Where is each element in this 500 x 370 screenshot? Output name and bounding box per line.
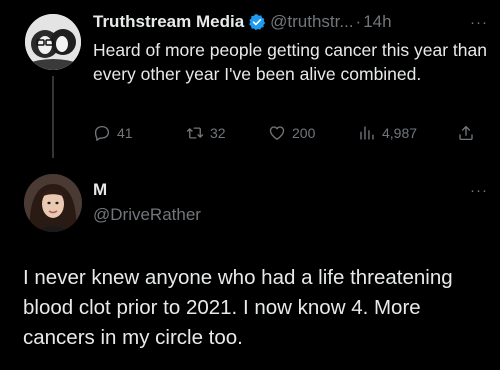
tweet-text: I never knew anyone who had a life threa…: [23, 266, 453, 349]
thread-connector-line: [52, 76, 54, 158]
timestamp[interactable]: 14h: [363, 12, 391, 32]
reply-count: 41: [117, 125, 133, 141]
view-count: 4,987: [382, 125, 418, 141]
heart-icon: [269, 126, 285, 140]
tweet-thread: Truthstream Media @truthstr... · 14h ···…: [0, 0, 500, 370]
share-icon: [459, 125, 473, 141]
views-bar-chart-icon: [360, 126, 374, 140]
like-count: 200: [292, 125, 316, 141]
avatar[interactable]: [24, 174, 82, 232]
author-name[interactable]: M: [93, 180, 107, 200]
retweet-button[interactable]: 32: [186, 122, 226, 144]
retweet-count: 32: [210, 125, 226, 141]
avatar-image: [25, 14, 81, 70]
avatar-image: [24, 174, 82, 232]
separator-dot: ·: [355, 12, 362, 31]
views-button[interactable]: 4,987: [358, 122, 417, 144]
retweet-icon: [186, 127, 204, 139]
tweet-text: Heard of more people getting cancer this…: [93, 40, 487, 84]
tweet-header: Truthstream Media @truthstr... · 14h: [93, 11, 493, 33]
more-options-icon[interactable]: ···: [470, 14, 488, 31]
like-button[interactable]: 200: [268, 122, 315, 144]
reply-icon: [94, 125, 110, 141]
reply-button[interactable]: 41: [93, 122, 133, 144]
author-name[interactable]: Truthstream Media: [93, 12, 244, 32]
avatar[interactable]: [25, 14, 81, 70]
author-handle[interactable]: @DriveRather: [93, 205, 201, 225]
verified-badge-icon: [249, 14, 266, 31]
share-button[interactable]: [457, 122, 481, 144]
more-options-icon[interactable]: ···: [470, 182, 488, 199]
author-handle[interactable]: @truthstr...: [270, 12, 353, 32]
parent-tweet[interactable]: Truthstream Media @truthstr... · 14h ···…: [0, 0, 500, 160]
action-bar: 41 32 200 4,987: [93, 122, 478, 144]
